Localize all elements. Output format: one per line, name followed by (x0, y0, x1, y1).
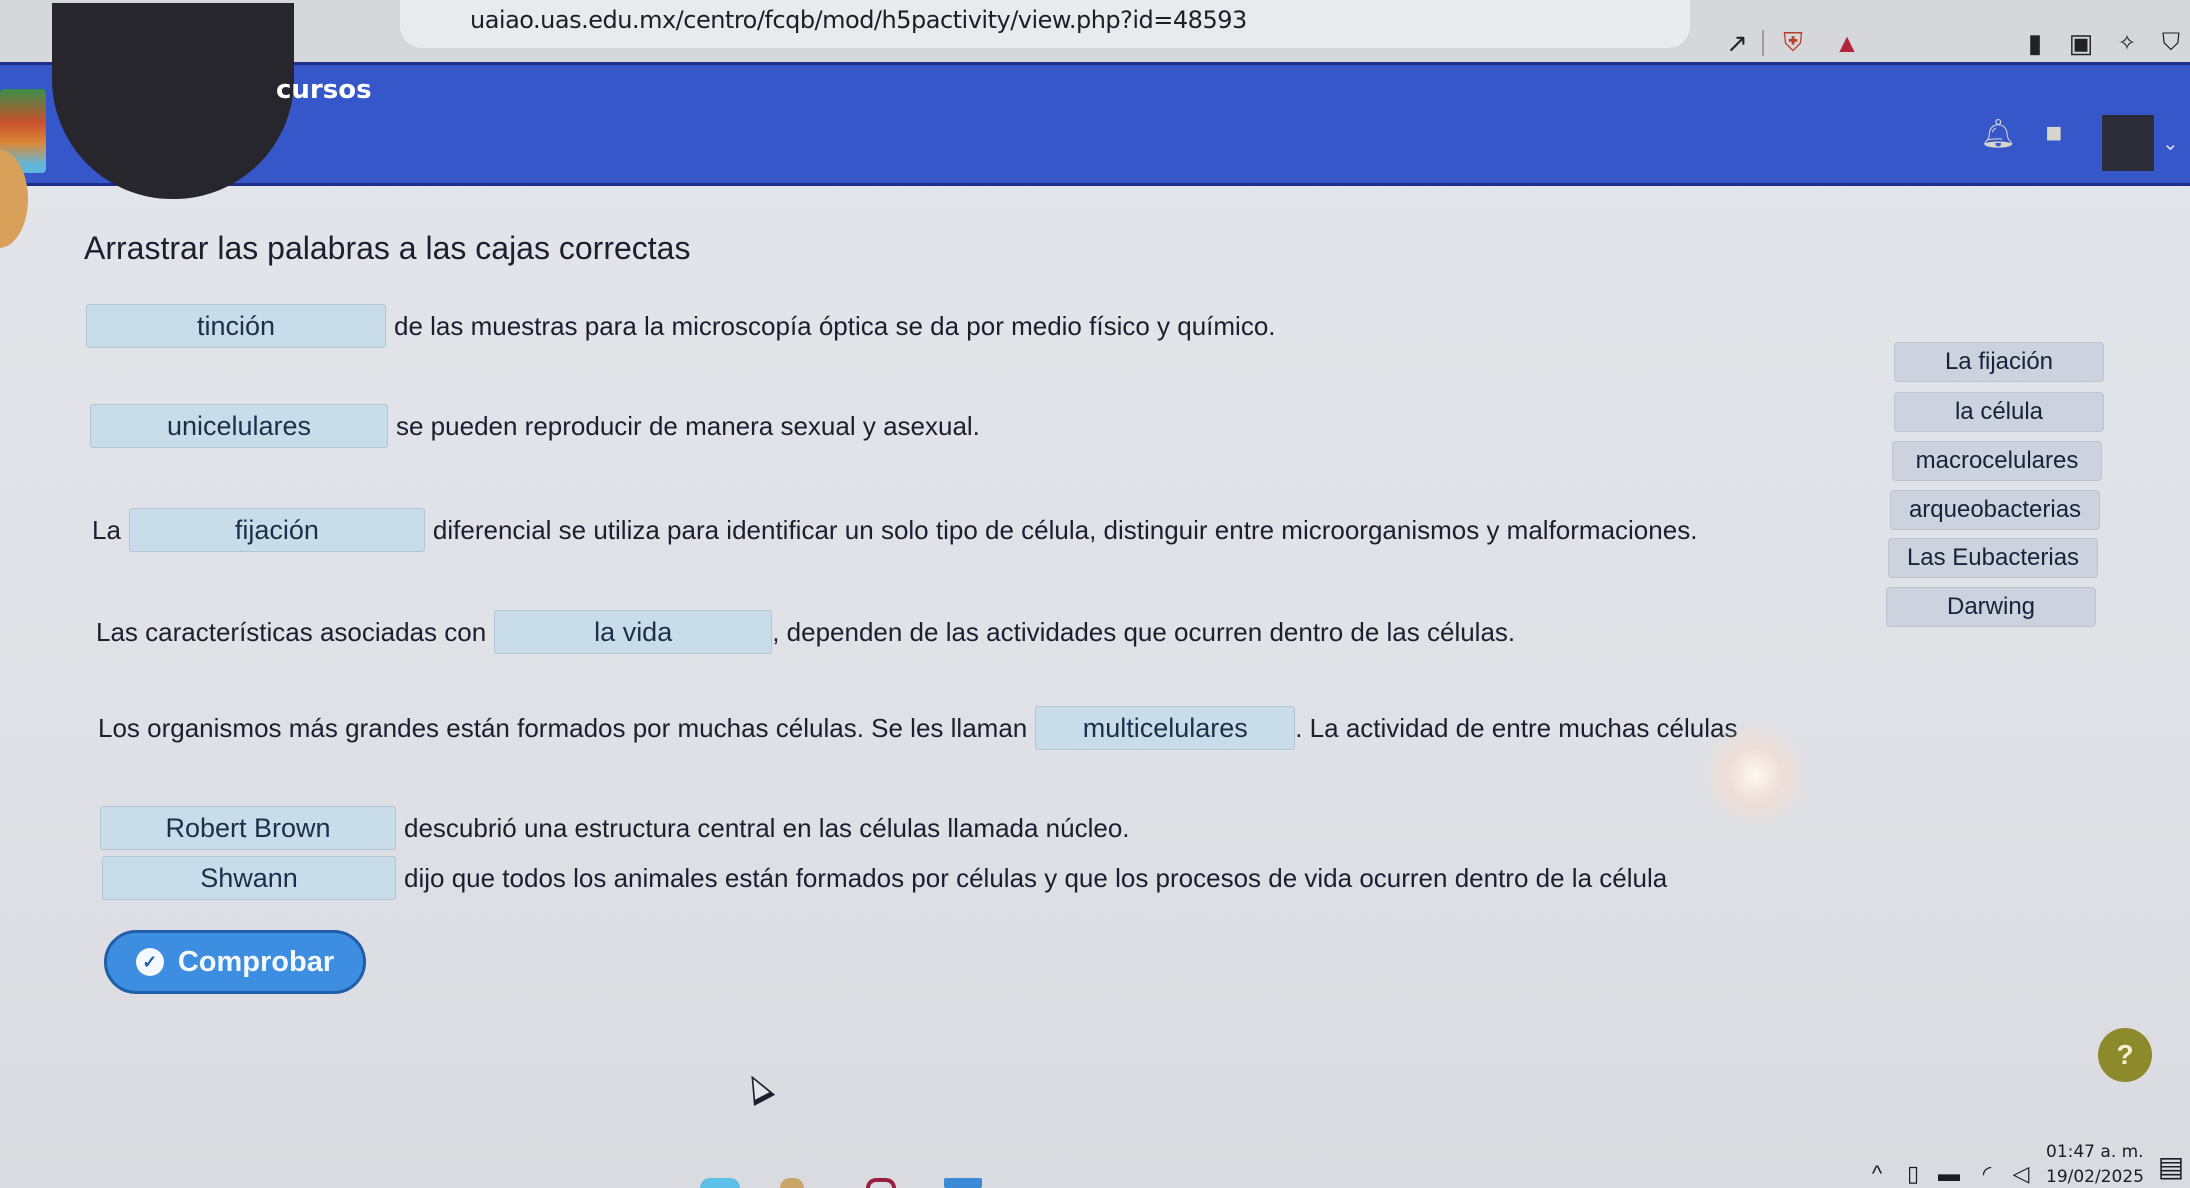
sentence-text: descubrió una estructura central en las … (404, 812, 1130, 843)
sentence-row: unicelulares se pueden reproducir de man… (90, 404, 980, 448)
sidebar-icon[interactable]: ▮ (2018, 26, 2052, 60)
notifications-icon[interactable]: ▤ (2156, 1150, 2186, 1182)
wifi-icon[interactable]: ◜ (1972, 1160, 2002, 1188)
meet-now-icon[interactable]: ▯ (1898, 1160, 1928, 1188)
site-header: cursos 🔔︎ ■ ⌄ (0, 3, 2190, 199)
sentence-text: de las muestras para la microscopía ópti… (394, 310, 1276, 341)
user-avatar[interactable] (2102, 115, 2154, 171)
sentence-text: diferencial se utiliza para identificar … (432, 514, 1698, 545)
sentence-text: , dependen de las actividades que ocurre… (772, 616, 1516, 647)
sentence-text: La (92, 514, 121, 545)
browser-toolbar: uaiao.uas.edu.mx/centro/fcqb/mod/h5pacti… (0, 0, 2190, 62)
vpn-icon[interactable]: ⛉ (2154, 26, 2188, 60)
drop-zone[interactable]: unicelulares (90, 404, 388, 448)
sentence-row: tinción de las muestras para la microsco… (86, 304, 1276, 348)
sentence-row: Las características asociadas con la vid… (96, 610, 1515, 654)
brave-rewards-icon[interactable]: ▲ (1830, 26, 1864, 60)
clock-time: 01:47 a. m. (2046, 1142, 2144, 1162)
drop-zone[interactable]: Shwann (102, 856, 396, 900)
chat-icon[interactable]: ■ (2038, 117, 2070, 149)
redacted-region (52, 3, 294, 199)
battery-icon[interactable]: ▬ (1934, 1160, 1964, 1188)
sentence-row: Robert Brown descubrió una estructura ce… (100, 806, 1130, 850)
check-button-label: Comprobar (177, 945, 335, 978)
volume-icon[interactable]: ◁ (2006, 1160, 2036, 1188)
draggable-word[interactable]: arqueobacterias (1890, 490, 2100, 530)
drop-zone[interactable]: tinción (86, 304, 386, 348)
sentence-row: Shwann dijo que todos los animales están… (102, 856, 1667, 900)
mouse-cursor-icon (740, 1070, 776, 1106)
activity-title: Arrastrar las palabras a las cajas corre… (84, 230, 691, 266)
drop-zone[interactable]: fijación (128, 508, 425, 552)
clock-date: 19/02/2025 (2046, 1167, 2144, 1187)
sentence-text: Los organismos más grandes están formado… (98, 712, 1028, 743)
sentence-text: se pueden reproducir de manera sexual y … (396, 410, 980, 441)
drop-zone[interactable]: Robert Brown (100, 806, 396, 850)
wallet-icon[interactable]: ▣ (2064, 26, 2098, 60)
sentence-row: Los organismos más grandes están formado… (98, 706, 1738, 750)
sentence-text: dijo que todos los animales están formad… (404, 862, 1668, 893)
bell-icon[interactable]: 🔔︎ (1980, 117, 2016, 149)
check-button[interactable]: ✓ Comprobar (104, 930, 366, 994)
draggable-word[interactable]: Las Eubacterias (1888, 538, 2098, 578)
screen-glare (1700, 720, 1810, 830)
chevron-down-icon[interactable]: ⌄ (2162, 131, 2179, 156)
share-icon[interactable]: ↗ (1720, 26, 1754, 60)
draggable-word[interactable]: Darwing (1886, 587, 2096, 627)
drop-zone[interactable]: la vida (494, 610, 773, 654)
taskbar-clock[interactable]: 01:47 a. m. 19/02/2025 (2046, 1140, 2144, 1188)
taskbar-app-icon[interactable] (944, 1178, 982, 1188)
draggable-word[interactable]: la célula (1894, 392, 2104, 432)
brave-shield-icon[interactable]: ⛨ (1776, 26, 1810, 60)
sentence-row: La fijación diferencial se utiliza para … (92, 508, 1697, 552)
url-text[interactable]: uaiao.uas.edu.mx/centro/fcqb/mod/h5pacti… (470, 6, 1247, 34)
toolbar-divider (1762, 30, 1764, 56)
check-circle-icon: ✓ (135, 948, 164, 976)
taskbar-app-icon[interactable] (700, 1178, 740, 1188)
draggable-word[interactable]: La fijación (1894, 342, 2104, 382)
taskbar-app-icon[interactable] (780, 1178, 804, 1188)
sentence-text: . La actividad de entre muchas células (1295, 712, 1738, 743)
help-button[interactable]: ? (2098, 1028, 2152, 1082)
drop-zone[interactable]: multicelulares (1035, 706, 1296, 750)
chevron-up-icon[interactable]: ^ (1862, 1160, 1892, 1188)
nav-link-cursos[interactable]: cursos (276, 75, 372, 105)
sentence-text: Las características asociadas con (96, 616, 487, 647)
taskbar-app-icon[interactable] (866, 1178, 896, 1188)
leo-ai-icon[interactable]: ✧ (2110, 26, 2144, 60)
draggable-word[interactable]: macrocelulares (1892, 441, 2102, 481)
